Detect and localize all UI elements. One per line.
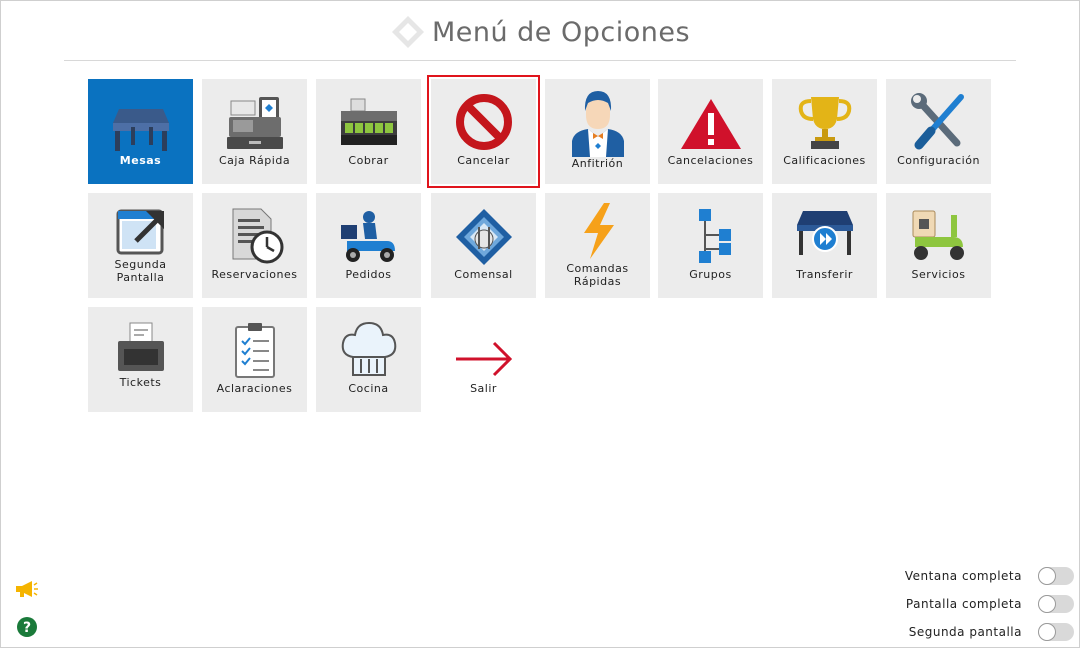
prohibited-icon <box>455 94 512 150</box>
tile-label: Cancelaciones <box>667 154 754 167</box>
svg-text:?: ? <box>23 620 31 636</box>
megaphone-icon[interactable] <box>14 580 38 598</box>
warning-icon <box>680 99 741 149</box>
toggle-label: Segunda pantalla <box>908 625 1022 639</box>
toggle-switch[interactable] <box>1038 623 1074 641</box>
tile-calificaciones[interactable]: Calificaciones <box>772 79 877 184</box>
tile-cobrar[interactable]: Cobrar <box>316 79 421 184</box>
help-icon[interactable]: ? <box>16 616 38 638</box>
tile-label: Reservaciones <box>211 268 298 281</box>
tile-label: Segunda Pantalla <box>114 258 167 284</box>
tile-label: Caja Rápida <box>218 154 291 167</box>
arrow-right-icon <box>455 341 512 377</box>
tile-cancelaciones[interactable]: Cancelaciones <box>658 79 763 184</box>
tile-salir[interactable]: Salir <box>431 307 536 412</box>
tile-comensal[interactable]: Comensal <box>431 193 536 298</box>
toggle-switch[interactable] <box>1038 595 1074 613</box>
document-clock-icon <box>232 208 283 264</box>
tools-icon <box>910 93 964 150</box>
toggle-knob <box>1038 595 1056 613</box>
tile-label: Configuración <box>897 154 980 167</box>
tile-label: Grupos <box>689 268 732 281</box>
tile-cancelar[interactable]: Cancelar <box>427 75 540 188</box>
toggle-label: Ventana completa <box>904 569 1022 583</box>
tile-label: Cancelar <box>457 154 510 167</box>
header: Menú de Opciones <box>0 12 1080 52</box>
tile-label: Tickets <box>119 376 162 389</box>
logo-icon <box>391 16 424 48</box>
trophy-icon <box>798 97 851 149</box>
tile-segunda-pantalla[interactable]: Segunda Pantalla <box>88 193 193 298</box>
tile-label: Servicios <box>911 268 966 281</box>
delivery-scooter-icon <box>340 211 395 262</box>
tile-label: Mesas <box>119 154 162 167</box>
chef-hat-icon <box>341 321 396 376</box>
table-icon <box>112 109 169 151</box>
host-icon <box>571 91 624 157</box>
tile-transferir[interactable]: Transferir <box>772 193 877 298</box>
tile-mesas[interactable]: Mesas <box>88 79 193 184</box>
tile-label: Aclaraciones <box>216 382 293 395</box>
tile-configuracion[interactable]: Configuración <box>886 79 991 184</box>
tile-label: Comensal <box>454 268 513 281</box>
service-scooter-icon <box>912 210 964 260</box>
tile-comandas-rapidas[interactable]: Comandas Rápidas <box>545 193 650 298</box>
tile-label: Salir <box>470 382 497 395</box>
tile-servicios[interactable]: Servicios <box>886 193 991 298</box>
tile-cocina[interactable]: Cocina <box>316 307 421 412</box>
tile-caja-rapida[interactable]: Caja Rápida <box>202 79 307 184</box>
tile-label: Cocina <box>348 382 389 395</box>
tile-label: Pedidos <box>345 268 392 281</box>
header-divider <box>64 60 1016 61</box>
toggle-label: Pantalla completa <box>905 597 1022 611</box>
lightning-icon <box>583 203 614 259</box>
cash-register-icon <box>226 97 283 149</box>
toggle-knob <box>1038 623 1056 641</box>
external-window-icon <box>116 209 164 255</box>
tile-label: Cobrar <box>348 154 389 167</box>
toggle-ventana-completa[interactable]: Ventana completa <box>905 567 1074 585</box>
page-title: Menú de Opciones <box>431 16 691 48</box>
tile-label: Anfitrión <box>571 157 624 170</box>
tile-aclaraciones[interactable]: Aclaraciones <box>202 307 307 412</box>
tile-grupos[interactable]: Grupos <box>658 193 763 298</box>
transfer-table-icon <box>796 211 853 255</box>
tile-label: Comandas Rápidas <box>566 262 629 288</box>
tile-anfitrion[interactable]: Anfitrión <box>545 79 650 184</box>
tile-label: Calificaciones <box>783 154 866 167</box>
tile-label: Transferir <box>796 268 853 281</box>
cash-drawer-icon <box>340 98 397 145</box>
toggle-knob <box>1038 567 1056 585</box>
toggle-switch[interactable] <box>1038 567 1074 585</box>
tile-tickets[interactable]: Tickets <box>88 307 193 412</box>
hierarchy-icon <box>698 209 731 263</box>
toggle-pantalla-completa[interactable]: Pantalla completa <box>906 595 1074 613</box>
clipboard-checklist-icon <box>234 323 275 378</box>
toggle-segunda-pantalla[interactable]: Segunda pantalla <box>909 623 1074 641</box>
ticket-printer-icon <box>117 322 164 371</box>
diner-icon <box>455 209 512 265</box>
tile-reservaciones[interactable]: Reservaciones <box>202 193 307 298</box>
tile-pedidos[interactable]: Pedidos <box>316 193 421 298</box>
